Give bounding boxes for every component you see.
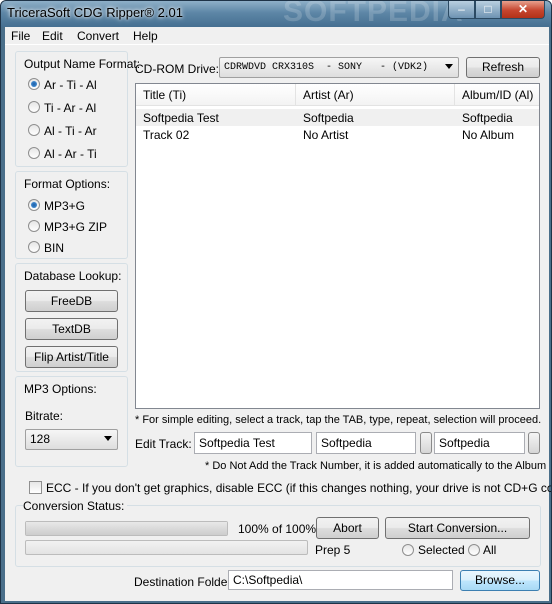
- column-header-title[interactable]: Title (Ti): [136, 84, 296, 106]
- conversion-progress-fill: [26, 522, 227, 535]
- radio-selected[interactable]: [402, 544, 414, 556]
- abort-button[interactable]: Abort: [316, 517, 379, 539]
- conversion-step-text: Prep 5: [315, 543, 351, 557]
- radio-mp3g[interactable]: [28, 199, 40, 211]
- output-name-format-group: Output Name Format: Ar - Ti - Al Ti - Ar…: [15, 51, 140, 167]
- radio-bin[interactable]: [28, 241, 40, 253]
- chevron-down-icon: [445, 64, 453, 69]
- radio-mp3g-label[interactable]: MP3+G: [44, 199, 85, 213]
- window-title: TriceraSoft CDG Ripper® 2.01: [7, 5, 183, 20]
- track-row[interactable]: Softpedia Test Softpedia Softpedia: [136, 109, 539, 126]
- client-area: File Edit Convert Help Output Name Forma…: [5, 27, 551, 601]
- chevron-down-icon: [104, 436, 112, 441]
- radio-bin-label[interactable]: BIN: [44, 241, 64, 255]
- destination-folder-field[interactable]: C:\Softpedia\: [228, 570, 453, 590]
- track-number-hint: * Do Not Add the Track Number, it is add…: [205, 460, 547, 472]
- ecc-label[interactable]: ECC - If you don't get graphics, disable…: [46, 481, 551, 495]
- maximize-button[interactable]: □: [475, 1, 501, 19]
- menu-file[interactable]: File: [11, 29, 30, 43]
- track-album: Softpedia: [462, 111, 513, 125]
- radio-al-ti-ar[interactable]: [28, 124, 40, 136]
- track-artist: No Artist: [303, 128, 349, 142]
- watermark: SOFTPEDIA: [283, 0, 464, 28]
- radio-al-ar-ti[interactable]: [28, 147, 40, 159]
- radio-al-ar-ti-label[interactable]: Al - Ar - Ti: [44, 147, 97, 161]
- app-window: SOFTPEDIA TriceraSoft CDG Ripper® 2.01 –…: [0, 0, 552, 604]
- track-album: No Album: [462, 128, 515, 142]
- cdrom-drive-select[interactable]: CDRWDVD CRX310S - SONY - (VDK2): [219, 57, 459, 78]
- freedb-button[interactable]: FreeDB: [25, 290, 118, 312]
- format-options-group: Format Options: MP3+G MP3+G ZIP BIN: [15, 171, 128, 259]
- start-conversion-button[interactable]: Start Conversion...: [385, 517, 530, 539]
- conversion-progress-bar: [25, 521, 228, 536]
- radio-all[interactable]: [468, 544, 480, 556]
- column-header-artist[interactable]: Artist (Ar): [296, 84, 455, 106]
- database-lookup-group: Database Lookup: FreeDB TextDB Flip Arti…: [15, 263, 128, 372]
- conversion-percent-text: 100% of 100%: [238, 522, 317, 536]
- cdrom-drive-label: CD-ROM Drive:: [135, 62, 219, 76]
- radio-ti-ar-al[interactable]: [28, 101, 40, 113]
- menu-convert[interactable]: Convert: [77, 29, 119, 43]
- mp3-options-label: MP3 Options:: [24, 382, 97, 396]
- mp3-options-group: MP3 Options: Bitrate: 128: [15, 376, 128, 467]
- edit-artist-field[interactable]: Softpedia: [316, 432, 416, 454]
- radio-ti-ar-al-label[interactable]: Ti - Ar - Al: [44, 101, 96, 115]
- track-list[interactable]: Title (Ti) Artist (Ar) Album/ID (Al) Sof…: [135, 83, 540, 409]
- cdrom-drive-value: CDRWDVD CRX310S - SONY - (VDK2): [224, 62, 429, 73]
- refresh-button[interactable]: Refresh: [466, 57, 540, 78]
- flip-artist-title-button[interactable]: Flip Artist/Title: [25, 346, 118, 368]
- minimize-button[interactable]: –: [448, 1, 475, 19]
- menu-bar: File Edit Convert Help: [5, 27, 549, 45]
- track-artist: Softpedia: [303, 111, 354, 125]
- radio-ar-ti-al[interactable]: [28, 78, 40, 90]
- menu-help[interactable]: Help: [133, 29, 158, 43]
- bitrate-label: Bitrate:: [25, 409, 64, 423]
- destination-folder-label: Destination Folder:: [134, 575, 235, 589]
- browse-button[interactable]: Browse...: [460, 570, 540, 591]
- title-bar[interactable]: SOFTPEDIA TriceraSoft CDG Ripper® 2.01 –…: [1, 0, 551, 28]
- database-lookup-label: Database Lookup:: [24, 269, 122, 283]
- track-row[interactable]: Track 02 No Artist No Album: [136, 126, 539, 143]
- radio-all-label[interactable]: All: [483, 543, 496, 557]
- editing-hint: * For simple editing, select a track, ta…: [135, 414, 542, 426]
- radio-selected-label[interactable]: Selected: [418, 543, 465, 557]
- radio-al-ti-ar-label[interactable]: Al - Ti - Ar: [44, 124, 97, 138]
- track-title: Track 02: [143, 128, 190, 142]
- album-spin-button[interactable]: [528, 432, 540, 454]
- radio-mp3g-zip[interactable]: [28, 220, 40, 232]
- bitrate-value: 128: [30, 432, 51, 446]
- textdb-button[interactable]: TextDB: [25, 318, 118, 340]
- edit-album-field[interactable]: Softpedia: [434, 432, 525, 454]
- edit-title-field[interactable]: Softpedia Test: [194, 432, 312, 454]
- artist-spin-button[interactable]: [420, 432, 432, 454]
- track-title: Softpedia Test: [143, 111, 219, 125]
- radio-ar-ti-al-label[interactable]: Ar - Ti - Al: [44, 78, 97, 92]
- column-header-album[interactable]: Album/ID (Al): [455, 84, 539, 106]
- output-name-format-label: Output Name Format:: [24, 57, 141, 71]
- conversion-status-label-overlay: Conversion Status:: [23, 499, 128, 513]
- menu-edit[interactable]: Edit: [42, 29, 63, 43]
- step-progress-bar: [25, 540, 308, 555]
- format-options-label: Format Options:: [24, 177, 111, 191]
- bitrate-select[interactable]: 128: [25, 429, 118, 450]
- radio-mp3g-zip-label[interactable]: MP3+G ZIP: [44, 220, 107, 234]
- close-button[interactable]: ✕: [501, 1, 545, 19]
- edit-track-label: Edit Track:: [135, 437, 192, 451]
- ecc-checkbox[interactable]: [29, 481, 42, 494]
